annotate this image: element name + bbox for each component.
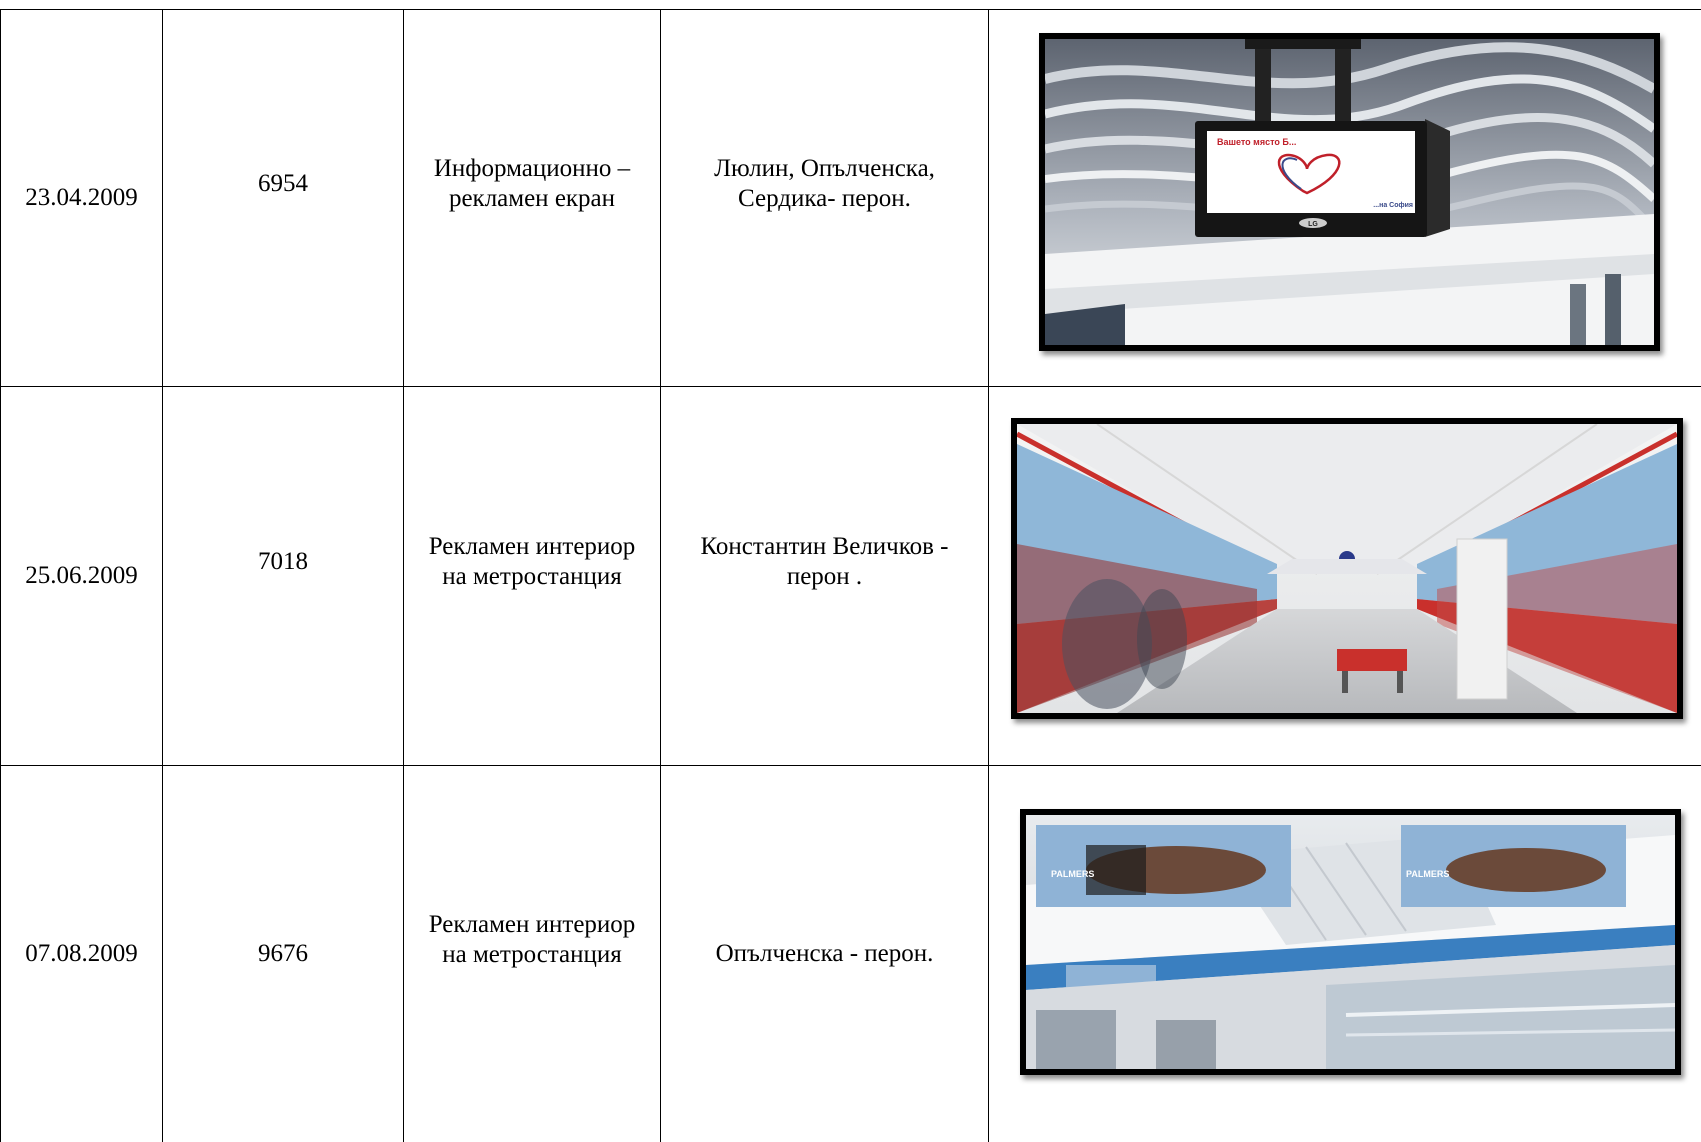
date-cell: 07.08.2009 xyxy=(1,766,163,1142)
photo-cell: PALMERS PALMERS xyxy=(989,766,1701,1142)
description-cell: Рекламен интериор на метростанция xyxy=(404,766,661,1142)
photo-cell: Вашето място Б... ...на София LG xyxy=(989,10,1701,387)
date-cell: 25.06.2009 xyxy=(1,387,163,766)
date-text: 25.06.2009 xyxy=(25,562,138,589)
metro-platform-photo xyxy=(1017,424,1677,713)
location-cell: Опълченска - перон. xyxy=(661,766,989,1142)
photo-metro-platform-2: PALMERS PALMERS xyxy=(1020,809,1681,1075)
description-text: Рекламен интериор на метростанция xyxy=(417,910,647,970)
date-text: 23.04.2009 xyxy=(25,184,138,211)
description-cell: Информационно – рекламен екран xyxy=(404,10,661,387)
info-screen-photo: Вашето място Б... ...на София LG xyxy=(1045,39,1654,345)
metro-platform-photo: PALMERS PALMERS xyxy=(1026,815,1675,1069)
ad-brand-left: PALMERS xyxy=(1051,869,1094,879)
description-text: Рекламен интериор на метростанция xyxy=(417,532,647,592)
records-table: 23.04.2009 6954 Информационно – рекламен… xyxy=(0,9,1701,1142)
photo-metro-platform-1 xyxy=(1011,418,1683,719)
number-text: 7018 xyxy=(258,548,308,575)
table-row: 07.08.2009 9676 Рекламен интериор на мет… xyxy=(1,766,1701,1142)
number-text: 9676 xyxy=(258,940,308,967)
number-text: 6954 xyxy=(258,170,308,197)
number-cell: 9676 xyxy=(163,766,404,1142)
date-text: 07.08.2009 xyxy=(25,940,138,967)
table-row: 25.06.2009 7018 Рекламен интериор на мет… xyxy=(1,387,1701,766)
table-row: 23.04.2009 6954 Информационно – рекламен… xyxy=(1,10,1701,387)
number-cell: 6954 xyxy=(163,10,404,387)
location-text: Опълченска - перон. xyxy=(680,939,970,969)
description-text: Информационно – рекламен екран xyxy=(422,154,642,214)
screen-caption-top: Вашето място Б... xyxy=(1217,137,1296,147)
ad-brand-right: PALMERS xyxy=(1406,869,1449,879)
location-cell: Константин Величков - перон . xyxy=(661,387,989,766)
photo-info-screen: Вашето място Б... ...на София LG xyxy=(1039,33,1660,351)
location-text: Константин Величков - перон . xyxy=(680,532,970,592)
screen-brand: LG xyxy=(1308,221,1318,228)
date-cell: 23.04.2009 xyxy=(1,10,163,387)
location-cell: Люлин, Опълченска, Сердика- перон. xyxy=(661,10,989,387)
location-text: Люлин, Опълченска, Сердика- перон. xyxy=(695,154,955,214)
number-cell: 7018 xyxy=(163,387,404,766)
description-cell: Рекламен интериор на метростанция xyxy=(404,387,661,766)
photo-cell xyxy=(989,387,1701,766)
screen-caption-bottom: ...на София xyxy=(1373,202,1413,209)
